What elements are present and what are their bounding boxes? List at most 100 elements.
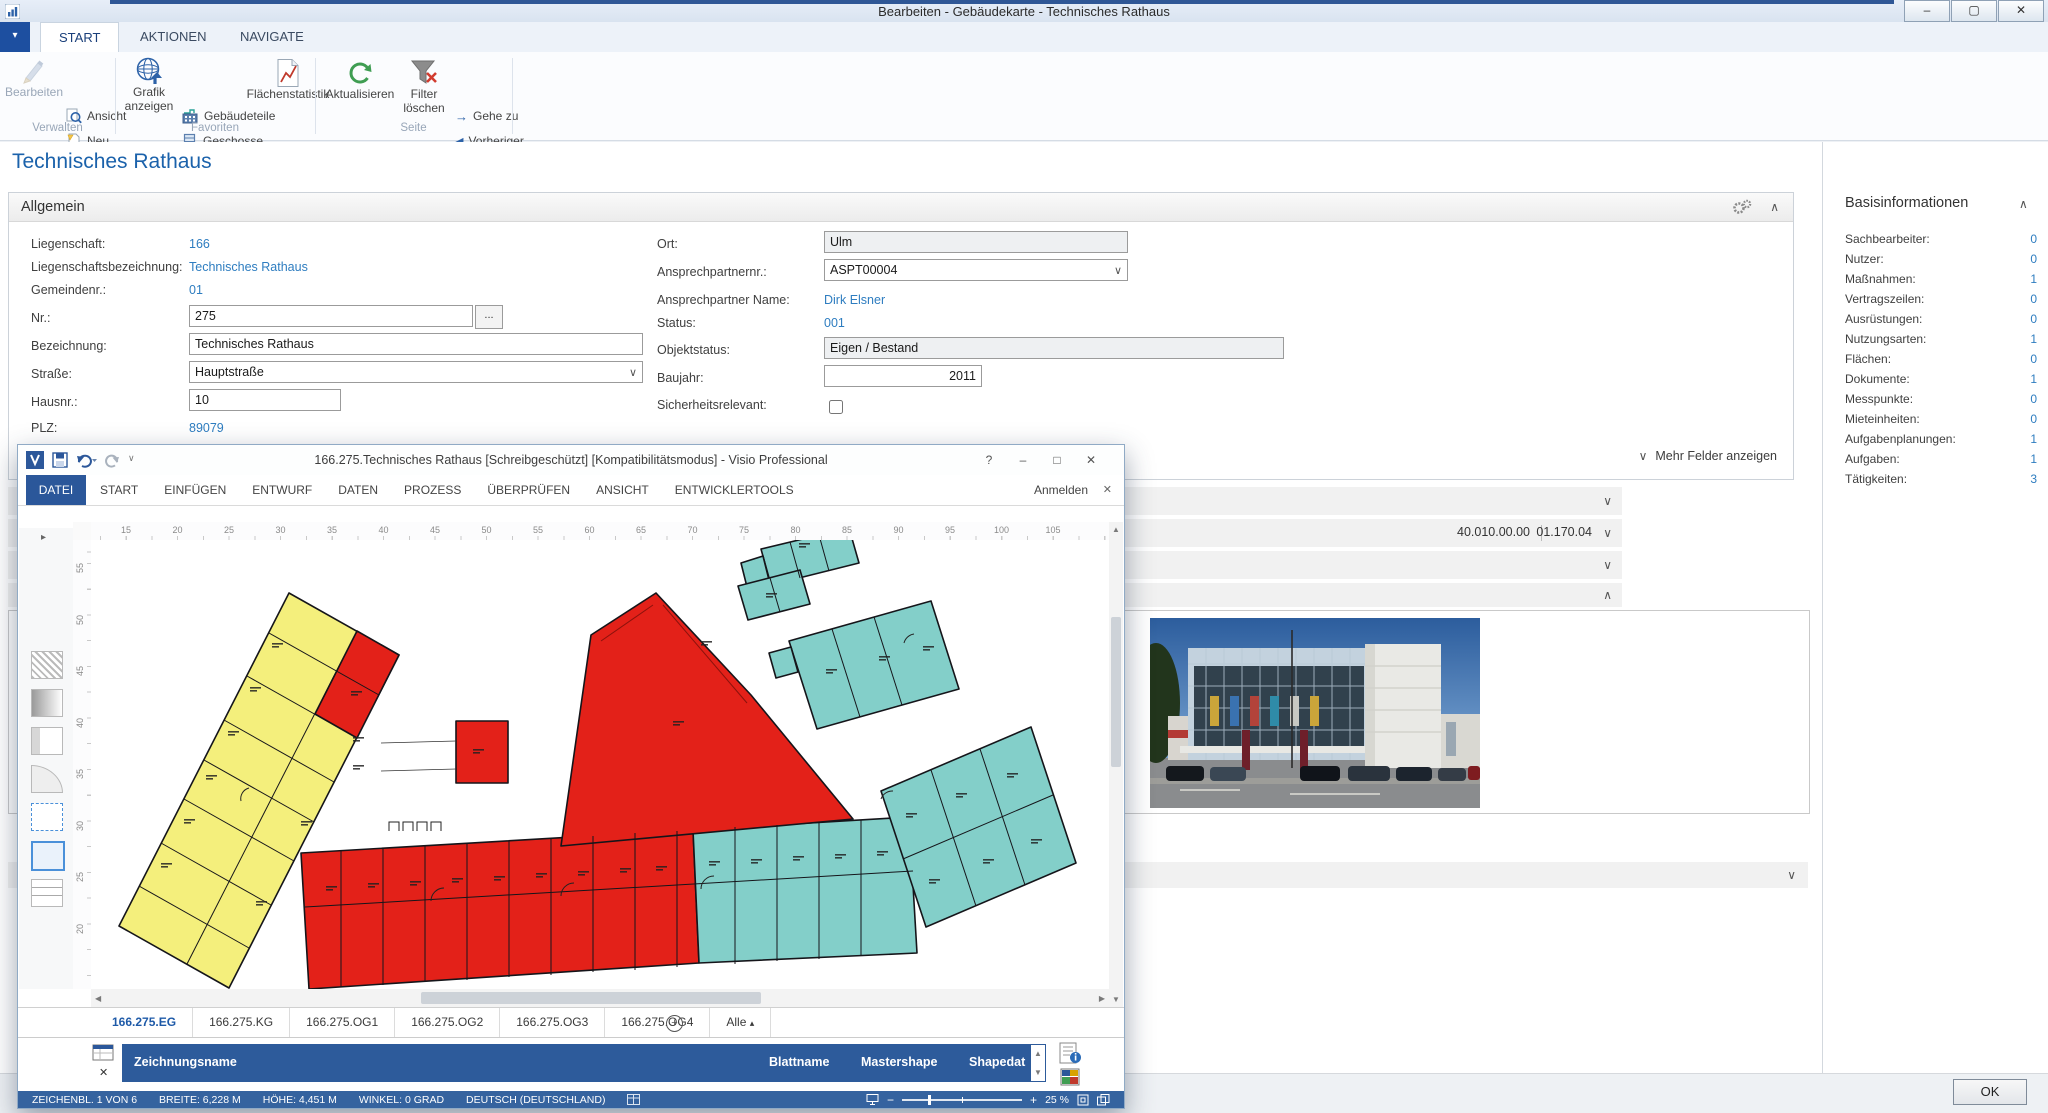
visio-help-button[interactable]: ? bbox=[976, 451, 1002, 469]
status-sheet[interactable]: ZEICHENBL. 1 VON 6 bbox=[32, 1094, 137, 1106]
visio-tab-ansicht[interactable]: ANSICHT bbox=[596, 475, 649, 505]
status-width[interactable]: BREITE: 6,228 M bbox=[159, 1094, 241, 1106]
visio-tab-prozess[interactable]: PROZESS bbox=[404, 475, 461, 505]
column-shapedaten[interactable]: Shapedat bbox=[969, 1055, 1025, 1069]
visio-tab-datei[interactable]: DATEI bbox=[26, 475, 86, 505]
visio-tab-start[interactable]: START bbox=[100, 475, 138, 505]
vertical-scrollbar[interactable]: ▲ ▼ bbox=[1109, 522, 1123, 1007]
filter-loeschen-button[interactable]: Filter löschen bbox=[398, 58, 450, 116]
factbox-row-value[interactable]: 1 bbox=[2030, 452, 2037, 466]
visio-tab-entwicklertools[interactable]: ENTWICKLERTOOLS bbox=[675, 475, 794, 505]
macro-grid-icon[interactable] bbox=[627, 1094, 640, 1105]
factbox-row-value[interactable]: 1 bbox=[2030, 272, 2037, 286]
sheet-tab-kg[interactable]: 166.275.KG bbox=[193, 1008, 290, 1037]
visio-minimize-button[interactable]: – bbox=[1010, 451, 1036, 469]
ansprechpartner-name-value[interactable]: Dirk Elsner bbox=[824, 293, 885, 307]
stencil-shape-hatch[interactable] bbox=[31, 651, 63, 679]
liegenschaftsbezeichnung-value[interactable]: Technisches Rathaus bbox=[189, 260, 308, 274]
presentation-icon[interactable] bbox=[866, 1094, 879, 1105]
hausnr-field[interactable] bbox=[189, 389, 341, 411]
factbox-row-value[interactable]: 1 bbox=[2030, 432, 2037, 446]
tab-aktionen[interactable]: AKTIONEN bbox=[122, 22, 224, 51]
zoom-out-icon[interactable]: − bbox=[887, 1093, 894, 1107]
horizontal-scrollbar[interactable]: ◀ ▶ bbox=[91, 989, 1109, 1007]
column-mastershape[interactable]: Mastershape bbox=[861, 1055, 937, 1069]
objektstatus-field[interactable] bbox=[824, 337, 1284, 359]
strasse-select[interactable]: Hauptstraße ∨ bbox=[189, 361, 643, 383]
factbox-row-value[interactable]: 3 bbox=[2030, 472, 2037, 486]
visio-maximize-button[interactable]: □ bbox=[1044, 451, 1070, 469]
scroll-down-icon[interactable]: ▼ bbox=[1109, 995, 1123, 1004]
collapse-ribbon-icon[interactable]: ✕ bbox=[1103, 483, 1112, 496]
page-info-icon[interactable] bbox=[1058, 1042, 1082, 1064]
scroll-up-icon[interactable]: ▲ bbox=[1109, 525, 1123, 534]
shape-data-grid-icon[interactable] bbox=[1060, 1068, 1080, 1086]
status-value[interactable]: 001 bbox=[824, 316, 845, 330]
anmelden-link[interactable]: Anmelden bbox=[1034, 483, 1088, 497]
nr-field[interactable] bbox=[189, 305, 473, 327]
bearbeiten-button[interactable]: Bearbeiten bbox=[6, 58, 62, 100]
visio-tab-einfuegen[interactable]: EINFÜGEN bbox=[164, 475, 226, 505]
vertical-scrollbar-thumb[interactable] bbox=[1111, 617, 1121, 767]
sheet-tab-og3[interactable]: 166.275.OG3 bbox=[500, 1008, 605, 1037]
sheet-tab-eg[interactable]: 166.275.EG bbox=[96, 1008, 193, 1037]
expand-panel-icon[interactable]: ▸ bbox=[41, 532, 46, 543]
tab-start[interactable]: START bbox=[40, 22, 119, 53]
visio-tab-ueberpruefen[interactable]: ÜBERPRÜFEN bbox=[487, 475, 570, 505]
visio-close-button[interactable]: ✕ bbox=[1078, 451, 1104, 469]
zoom-in-icon[interactable]: + bbox=[1030, 1093, 1037, 1107]
column-blattname[interactable]: Blattname bbox=[769, 1055, 829, 1069]
close-pane-icon[interactable]: ✕ bbox=[99, 1066, 108, 1079]
stencil-shape-select[interactable] bbox=[31, 803, 63, 831]
factbox-row-value[interactable]: 0 bbox=[2030, 352, 2037, 366]
stencil-shape-square[interactable] bbox=[31, 841, 65, 871]
fit-page-icon[interactable] bbox=[1077, 1094, 1089, 1106]
baujahr-field[interactable] bbox=[824, 365, 982, 387]
factbox-row-value[interactable]: 0 bbox=[2030, 292, 2037, 306]
zoom-level[interactable]: 25 % bbox=[1045, 1094, 1069, 1106]
stencil-shape-grid[interactable] bbox=[31, 879, 63, 907]
status-angle[interactable]: WINKEL: 0 GRAD bbox=[359, 1094, 444, 1106]
stencil-shape-gradient[interactable] bbox=[31, 689, 63, 717]
status-height[interactable]: HÖHE: 4,451 M bbox=[263, 1094, 337, 1106]
chevron-up-icon[interactable]: ∧ bbox=[2019, 197, 2028, 211]
stencil-shape-bar[interactable] bbox=[31, 727, 63, 755]
factbox-row-value[interactable]: 0 bbox=[2030, 392, 2037, 406]
full-screen-icon[interactable] bbox=[1097, 1094, 1110, 1106]
external-data-header[interactable]: Zeichnungsname Blattname Mastershape Sha… bbox=[122, 1044, 1046, 1082]
add-sheet-button[interactable]: + bbox=[666, 1015, 683, 1032]
fasttab-allgemein-header[interactable]: Allgemein ∧ bbox=[9, 193, 1793, 222]
factbox-row-value[interactable]: 0 bbox=[2030, 252, 2037, 266]
factbox-row-value[interactable]: 0 bbox=[2030, 412, 2037, 426]
ort-field[interactable] bbox=[824, 231, 1128, 253]
restore-button[interactable]: ▢ bbox=[1951, 0, 1997, 22]
visio-tab-entwurf[interactable]: ENTWURF bbox=[252, 475, 312, 505]
close-button[interactable]: ✕ bbox=[1998, 0, 2044, 22]
liegenschaft-value[interactable]: 166 bbox=[189, 237, 210, 251]
visio-tab-daten[interactable]: DATEN bbox=[338, 475, 378, 505]
column-zeichnungsname[interactable]: Zeichnungsname bbox=[134, 1055, 237, 1069]
mehr-felder-link[interactable]: ∨Mehr Felder anzeigen bbox=[1639, 449, 1777, 463]
ok-button[interactable]: OK bbox=[1953, 1079, 2027, 1105]
factbox-row-value[interactable]: 1 bbox=[2030, 332, 2037, 346]
zoom-slider-knob[interactable] bbox=[928, 1095, 931, 1105]
horizontal-scrollbar-thumb[interactable] bbox=[421, 992, 761, 1004]
external-data-window-icon[interactable] bbox=[92, 1044, 114, 1061]
scroll-left-icon[interactable]: ◀ bbox=[95, 994, 101, 1003]
aktualisieren-button[interactable]: Aktualisieren bbox=[322, 58, 398, 102]
grafik-anzeigen-button[interactable]: Grafik anzeigen bbox=[120, 56, 178, 114]
minimize-button[interactable]: – bbox=[1904, 0, 1950, 22]
gear-icon[interactable] bbox=[1731, 199, 1753, 215]
scroll-right-icon[interactable]: ▶ bbox=[1099, 994, 1105, 1003]
stencil-shape-arc[interactable] bbox=[31, 765, 63, 793]
drawing-canvas[interactable] bbox=[91, 540, 1109, 989]
collapse-allgemein-icon[interactable]: ∧ bbox=[1770, 200, 1779, 214]
bezeichnung-field[interactable] bbox=[189, 333, 643, 355]
factbox-row-value[interactable]: 1 bbox=[2030, 372, 2037, 386]
application-menu-button[interactable]: ▾ bbox=[0, 22, 30, 52]
factbox-row-value[interactable]: 0 bbox=[2030, 312, 2037, 326]
sheet-tab-og1[interactable]: 166.275.OG1 bbox=[290, 1008, 395, 1037]
sheet-tab-og4[interactable]: 166.275.OG4 bbox=[605, 1008, 710, 1037]
header-scroll[interactable]: ▲ ▼ bbox=[1031, 1045, 1045, 1081]
factbox-row-value[interactable]: 0 bbox=[2030, 232, 2037, 246]
